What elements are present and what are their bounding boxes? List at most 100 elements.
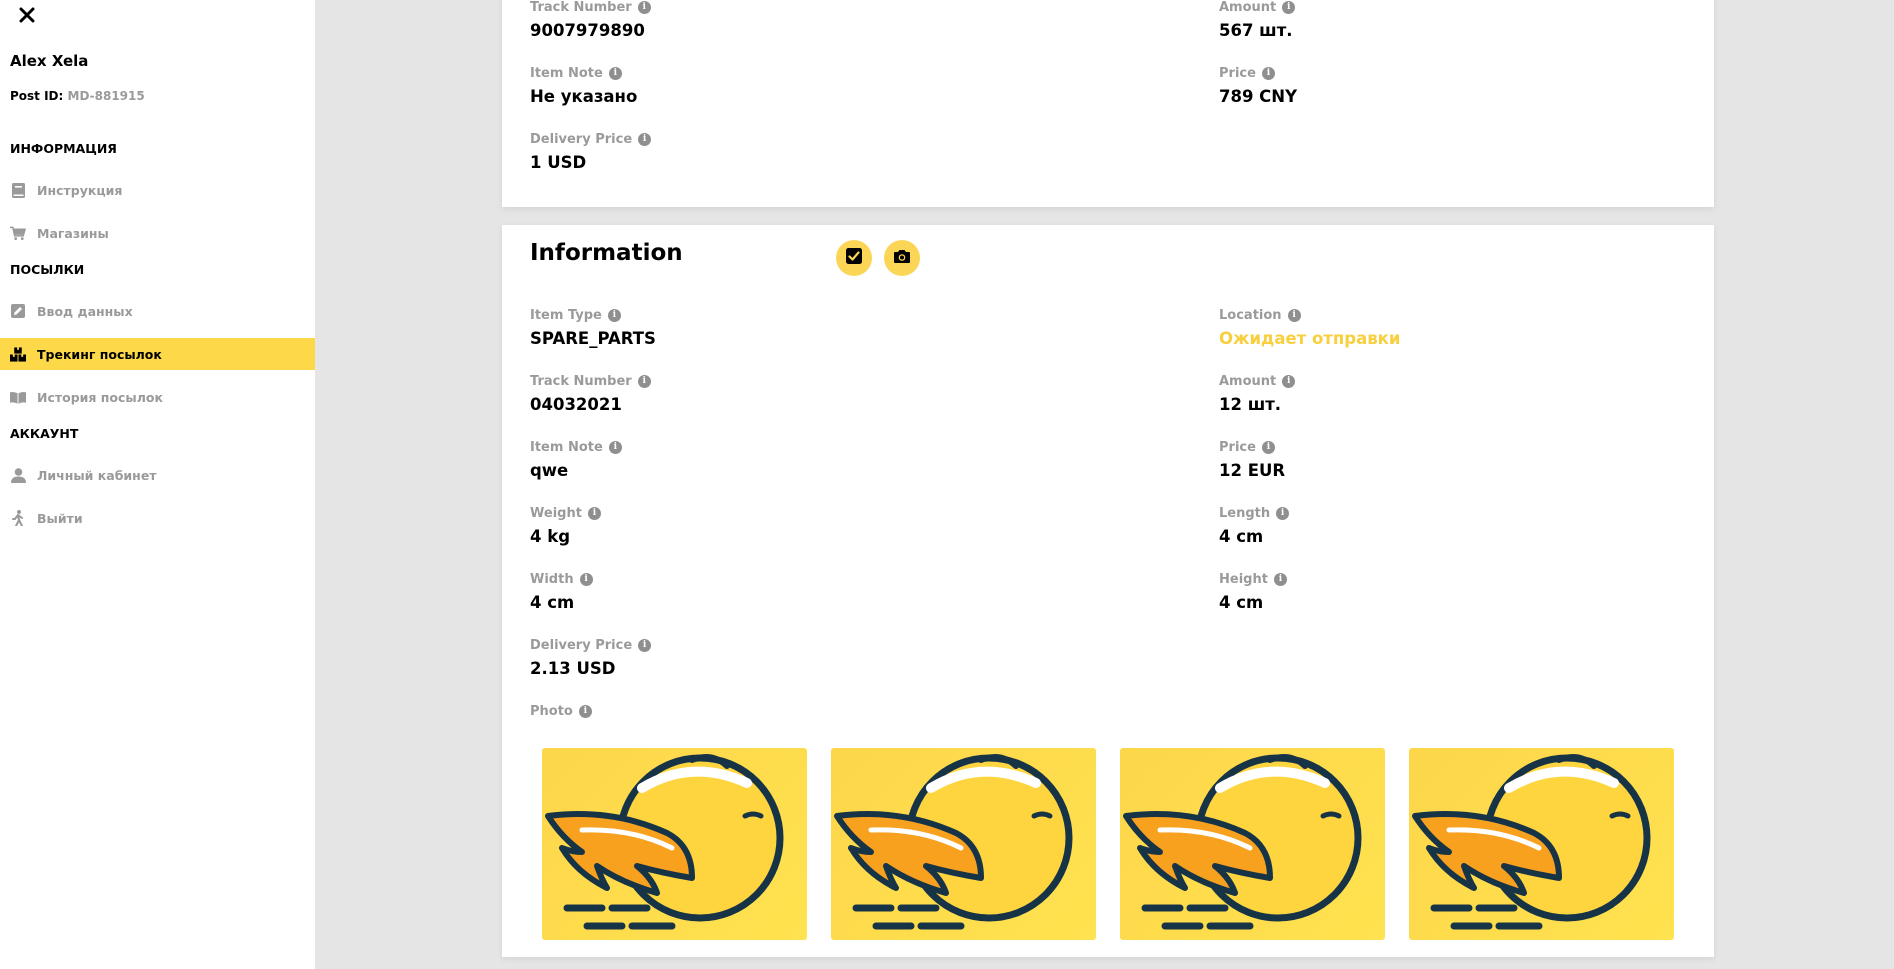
post-id-value: MD-881915 — [67, 89, 145, 103]
sidebar-item-label: Магазины — [37, 225, 109, 241]
field-value: 567 шт. — [1219, 21, 1293, 40]
amount-field: Amount i 567 шт. — [1219, 0, 1296, 40]
info-icon[interactable]: i — [579, 572, 593, 586]
field-value: 4 cm — [1219, 527, 1264, 546]
sidebar-item-logout[interactable]: Выйти — [0, 502, 315, 534]
track-number-field: Track Number i 04032021 — [530, 372, 651, 414]
bird-logo-icon — [1120, 748, 1385, 940]
width-field: Width i 4 cm — [530, 570, 593, 612]
confirm-button[interactable] — [836, 240, 872, 276]
info-icon[interactable]: i — [1276, 506, 1290, 520]
sidebar-item-data-entry[interactable]: Ввод данных — [0, 295, 315, 327]
info-icon[interactable]: i — [608, 66, 622, 80]
info-icon[interactable]: i — [578, 704, 592, 718]
field-value: 789 CNY — [1219, 87, 1298, 106]
amount-field: Amount i 12 шт. — [1219, 372, 1296, 414]
field-value: 4 cm — [1219, 593, 1264, 612]
field-label: Height — [1219, 571, 1268, 587]
parcel-card-previous: Track Number i 9007979890 Amount i 567 шт.… — [502, 0, 1714, 207]
post-id-label: Post ID: — [10, 89, 64, 103]
sidebar-item-profile[interactable]: Личный кабинет — [0, 459, 315, 491]
info-icon[interactable]: i — [1261, 440, 1275, 454]
close-icon[interactable] — [16, 4, 38, 26]
price-field: Price i 12 EUR — [1219, 438, 1286, 481]
photo-thumbnail[interactable] — [831, 748, 1096, 940]
section-parcels-title: ПОСЫЛКИ — [10, 262, 85, 277]
camera-icon — [893, 249, 911, 268]
sidebar-item-shops[interactable]: Магазины — [0, 217, 315, 249]
field-value: Не указано — [530, 87, 638, 106]
info-icon[interactable]: i — [1282, 374, 1296, 388]
weight-field: Weight i 4 kg — [530, 504, 601, 546]
height-field: Height i 4 cm — [1219, 570, 1287, 612]
sidebar-item-label: Выйти — [37, 510, 83, 526]
field-label: Photo — [530, 703, 573, 719]
delivery-price-field: Delivery Price i 2.13 USD — [530, 636, 652, 678]
info-icon[interactable]: i — [638, 132, 652, 146]
photo-thumbnail[interactable] — [1409, 748, 1674, 940]
field-label: Item Note — [530, 439, 603, 455]
field-value: 04032021 — [530, 395, 622, 414]
field-value: 12 EUR — [1219, 461, 1286, 480]
open-book-icon — [10, 389, 26, 405]
field-value: SPARE_PARTS — [530, 329, 656, 348]
item-note-field: Item Note i Не указано — [530, 64, 638, 107]
field-value: 2.13 USD — [530, 659, 616, 678]
field-value: 1 USD — [530, 153, 587, 172]
sidebar-item-tracking[interactable]: Трекинг посылок — [0, 338, 315, 370]
field-label: Track Number — [530, 373, 632, 389]
price-field: Price i 789 CNY — [1219, 64, 1298, 107]
field-label: Delivery Price — [530, 131, 633, 147]
info-icon[interactable]: i — [1273, 572, 1287, 586]
info-icon[interactable]: i — [1287, 308, 1301, 322]
info-icon[interactable]: i — [637, 0, 651, 14]
field-label: Length — [1219, 505, 1271, 521]
section-account-title: АККАУНТ — [10, 426, 79, 441]
field-label: Price — [1219, 65, 1256, 81]
field-value: 9007979890 — [530, 21, 645, 40]
bird-logo-icon — [542, 748, 807, 940]
book-icon — [10, 182, 26, 198]
item-type-field: Item Type i SPARE_PARTS — [530, 306, 656, 349]
info-icon[interactable]: i — [607, 308, 621, 322]
user-name: Alex Xela — [10, 52, 89, 70]
field-label: Amount — [1219, 0, 1277, 15]
photo-thumbnail[interactable] — [1120, 748, 1385, 940]
bird-logo-icon — [831, 748, 1096, 940]
photo-field: Photo i — [530, 702, 592, 720]
sidebar-item-label: Трекинг посылок — [37, 346, 162, 362]
field-label: Location — [1219, 307, 1282, 323]
track-number-field: Track Number i 9007979890 — [530, 0, 651, 40]
info-icon[interactable]: i — [638, 638, 652, 652]
sidebar-item-instruction[interactable]: Инструкция — [0, 174, 315, 206]
checkbox-icon — [846, 248, 862, 268]
info-icon[interactable]: i — [608, 440, 622, 454]
parcel-card-information: Information Item Type i SPARE_PARTS Locat… — [502, 225, 1714, 957]
field-label: Width — [530, 571, 574, 587]
photo-thumbnail[interactable] — [542, 748, 807, 940]
delivery-price-field: Delivery Price i 1 USD — [530, 130, 652, 172]
card-title: Information — [530, 240, 683, 266]
item-note-field: Item Note i qwe — [530, 438, 622, 480]
sidebar: Alex Xela Post ID: MD-881915 ИНФОРМАЦИЯ … — [0, 0, 315, 969]
length-field: Length i 4 cm — [1219, 504, 1290, 546]
info-icon[interactable]: i — [1282, 0, 1296, 14]
field-label: Price — [1219, 439, 1256, 455]
field-value: qwe — [530, 461, 569, 480]
user-icon — [10, 467, 26, 483]
info-icon[interactable]: i — [637, 374, 651, 388]
info-icon[interactable]: i — [587, 506, 601, 520]
walk-icon — [10, 510, 26, 526]
info-icon[interactable]: i — [1261, 66, 1275, 80]
sidebar-item-label: Личный кабинет — [37, 467, 157, 483]
field-label: Weight — [530, 505, 582, 521]
field-label: Item Type — [530, 307, 602, 323]
field-value: 4 cm — [530, 593, 575, 612]
edit-icon — [10, 303, 26, 319]
boxes-icon — [10, 346, 26, 362]
sidebar-item-history[interactable]: История посылок — [0, 381, 315, 413]
photo-button[interactable] — [884, 240, 920, 276]
field-value: 12 шт. — [1219, 395, 1282, 414]
post-id: Post ID: MD-881915 — [10, 89, 145, 103]
location-field: Location i Ожидает отправки — [1219, 306, 1400, 349]
